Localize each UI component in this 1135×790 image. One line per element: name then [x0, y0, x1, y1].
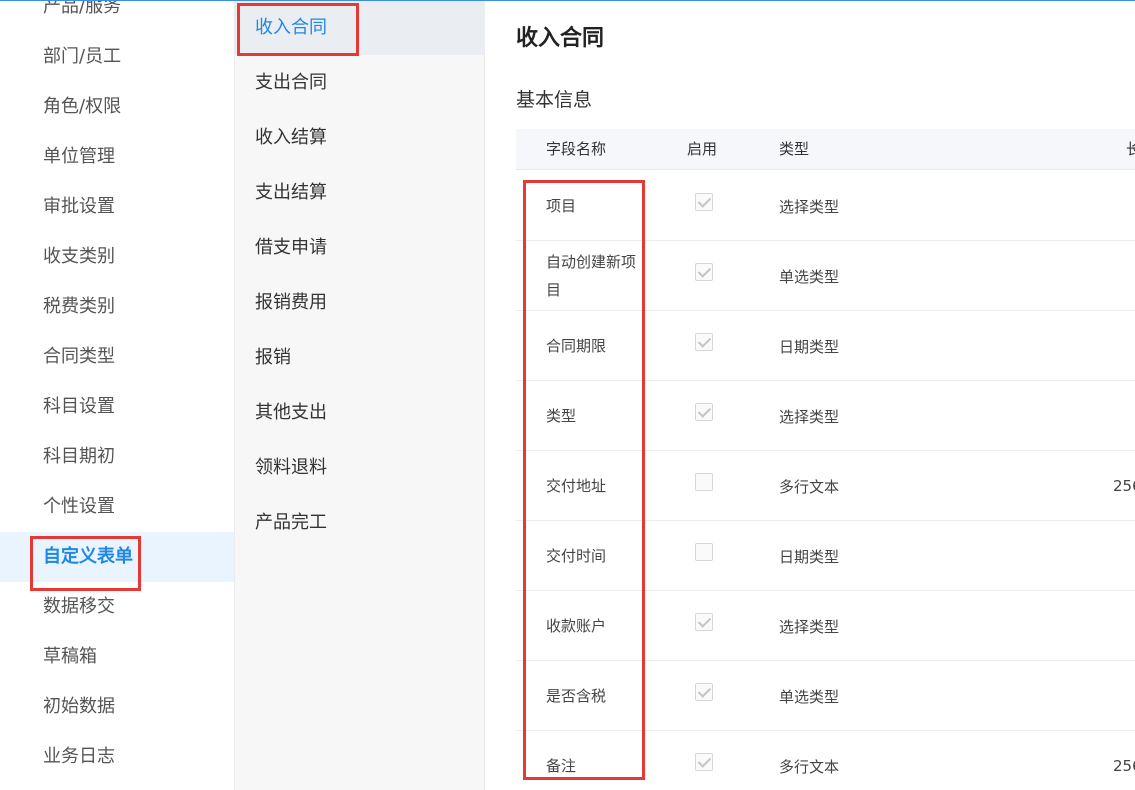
field-type: 多行文本 — [779, 757, 840, 776]
form-item-other-expense[interactable]: 其他支出 — [235, 385, 485, 440]
enabled-checkbox[interactable] — [695, 473, 713, 491]
settings-sidebar: 产品/服务 部门/员工 角色/权限 单位管理 审批设置 收支类别 税费类别 合同… — [0, 0, 235, 790]
sidebar-item-drafts[interactable]: 草稿箱 — [0, 632, 234, 682]
sidebar-item-units[interactable]: 单位管理 — [0, 132, 234, 182]
sidebar-item-initial-data[interactable]: 初始数据 — [0, 682, 234, 732]
table-header: 字段名称 启用 类型 长 — [516, 129, 1135, 170]
sidebar-item-preferences[interactable]: 个性设置 — [0, 482, 234, 532]
enabled-checkbox[interactable] — [695, 403, 713, 421]
field-length: 256 — [1113, 477, 1135, 495]
column-header-enabled: 启用 — [687, 140, 718, 158]
field-type: 选择类型 — [779, 617, 840, 636]
form-item-reimbursement-fees[interactable]: 报销费用 — [235, 275, 485, 330]
highlight-box-form-item — [237, 3, 359, 56]
sidebar-item-approval[interactable]: 审批设置 — [0, 182, 234, 232]
field-type: 日期类型 — [779, 337, 840, 356]
form-item-product-completion[interactable]: 产品完工 — [235, 495, 485, 550]
form-item-advance-request[interactable]: 借支申请 — [235, 220, 485, 275]
column-header-length: 长 — [1126, 140, 1135, 158]
enabled-checkbox[interactable] — [695, 683, 713, 701]
form-item-reimbursement[interactable]: 报销 — [235, 330, 485, 385]
form-list: 收入合同 支出合同 收入结算 支出结算 借支申请 报销费用 报销 其他支出 领料… — [235, 0, 485, 790]
sidebar-item-business-log[interactable]: 业务日志 — [0, 732, 234, 782]
field-type: 单选类型 — [779, 267, 840, 286]
top-accent-line — [0, 0, 1135, 1]
highlight-box-sidebar-item — [30, 536, 141, 591]
sidebar-item-products[interactable]: 产品/服务 — [0, 0, 234, 32]
enabled-checkbox[interactable] — [695, 333, 713, 351]
sidebar-item-tax-categories[interactable]: 税费类别 — [0, 282, 234, 332]
page-title: 收入合同 — [516, 26, 605, 51]
field-type: 多行文本 — [779, 477, 840, 496]
form-item-expense-settlement[interactable]: 支出结算 — [235, 165, 485, 220]
field-type: 选择类型 — [779, 407, 840, 426]
form-item-income-settlement[interactable]: 收入结算 — [235, 110, 485, 165]
form-item-expense-contract[interactable]: 支出合同 — [235, 55, 485, 110]
highlight-box-field-names — [523, 180, 645, 780]
column-header-type: 类型 — [779, 140, 810, 158]
field-length: 256 — [1113, 757, 1135, 775]
column-header-name: 字段名称 — [546, 140, 607, 158]
enabled-checkbox[interactable] — [695, 753, 713, 771]
sidebar-item-departments[interactable]: 部门/员工 — [0, 32, 234, 82]
form-item-material-return[interactable]: 领料退料 — [235, 440, 485, 495]
field-type: 选择类型 — [779, 197, 840, 216]
sidebar-item-roles[interactable]: 角色/权限 — [0, 82, 234, 132]
enabled-checkbox[interactable] — [695, 263, 713, 281]
sidebar-item-accounts[interactable]: 科目设置 — [0, 382, 234, 432]
sidebar-item-contract-types[interactable]: 合同类型 — [0, 332, 234, 382]
field-type: 日期类型 — [779, 547, 840, 566]
sidebar-item-opening-balance[interactable]: 科目期初 — [0, 432, 234, 482]
enabled-checkbox[interactable] — [695, 543, 713, 561]
enabled-checkbox[interactable] — [695, 613, 713, 631]
section-title: 基本信息 — [516, 89, 593, 111]
field-type: 单选类型 — [779, 687, 840, 706]
enabled-checkbox[interactable] — [695, 193, 713, 211]
sidebar-item-income-categories[interactable]: 收支类别 — [0, 232, 234, 282]
